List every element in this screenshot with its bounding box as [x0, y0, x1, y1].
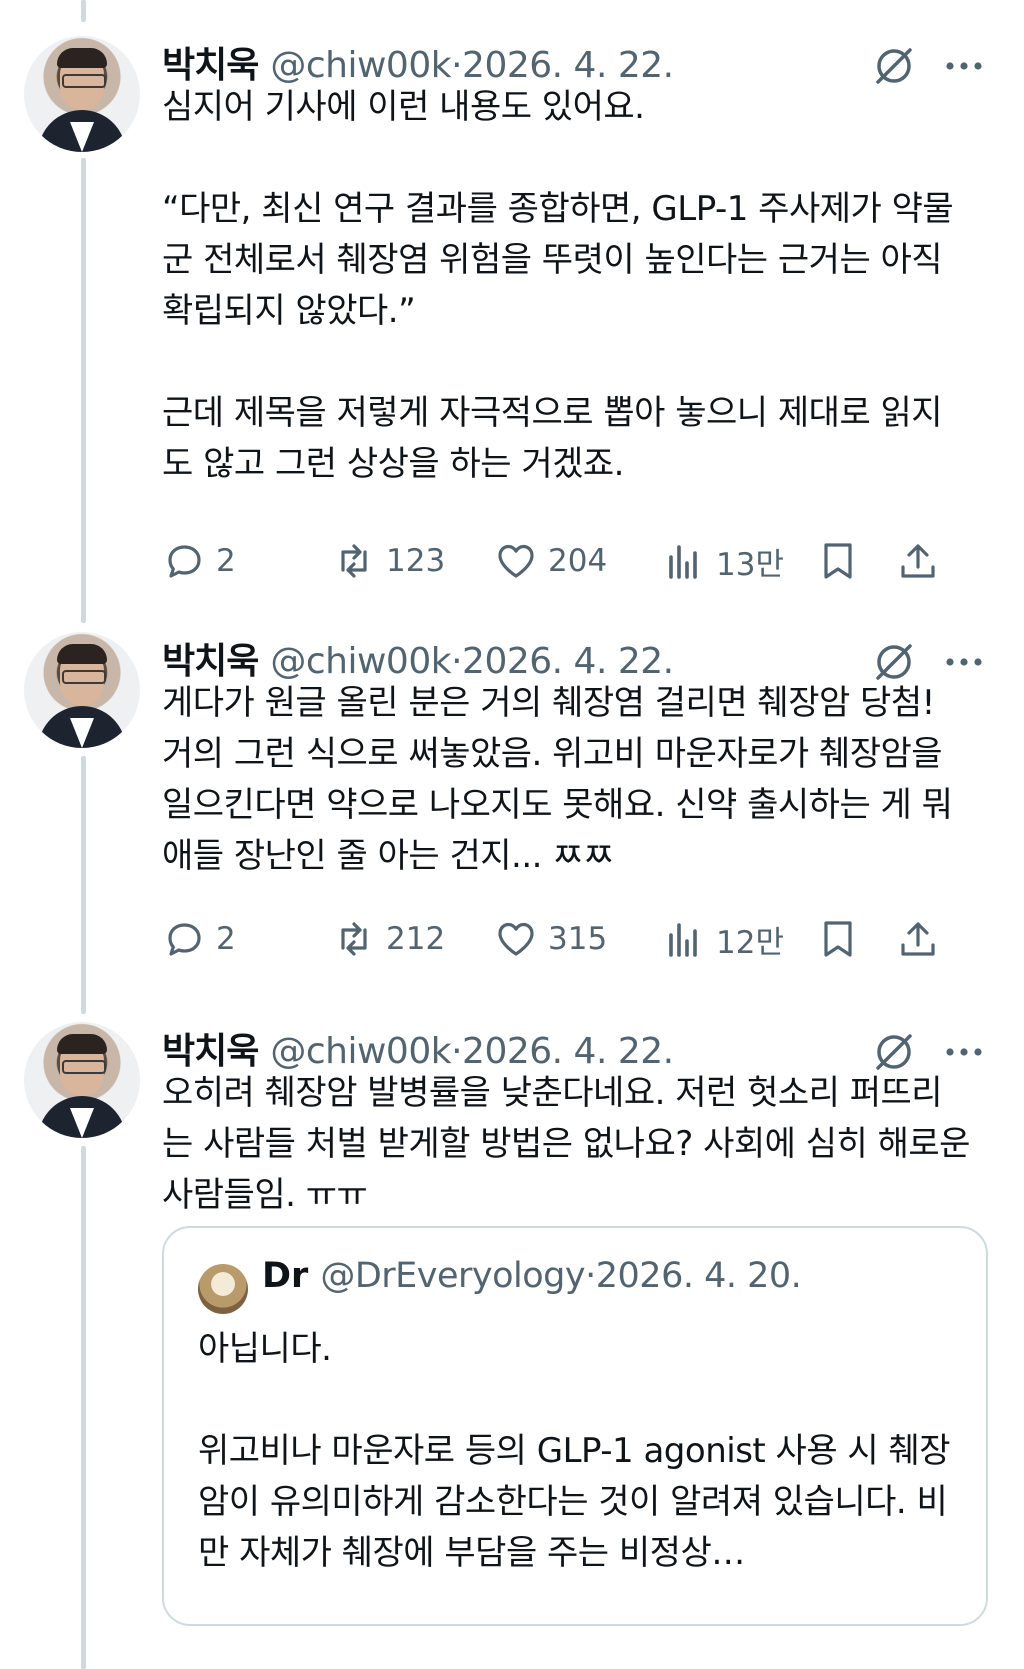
- thread-line-3: [81, 1146, 86, 1669]
- like-count: 204: [548, 543, 608, 579]
- share-button[interactable]: [896, 536, 950, 586]
- tweet-actions: 2 123 204 13만: [162, 536, 992, 586]
- quote-text: 아닙니다. 위고비나 마운자로 등의 GLP-1 agonist 사용 시 췌장…: [198, 1329, 951, 1573]
- repost-count: 123: [386, 543, 446, 579]
- thread-line-1: [81, 158, 86, 623]
- tweet-text: 오히려 췌장암 발병률을 낮춘다네요. 저런 헛소리 퍼뜨리는 사람들 처벌 받…: [162, 1073, 981, 1215]
- repost-button[interactable]: 212: [332, 914, 445, 964]
- quote-header: Dr @DrEveryology · 2026. 4. 20.: [262, 1256, 802, 1296]
- reply-icon: [168, 923, 201, 956]
- quote-author-name[interactable]: Dr: [262, 1256, 308, 1296]
- author-name[interactable]: 박치욱: [162, 632, 259, 684]
- more-icon[interactable]: [944, 60, 984, 72]
- repost-button[interactable]: 123: [332, 536, 445, 586]
- tweet-date[interactable]: 2026. 4. 22.: [462, 45, 674, 86]
- bookmark-button[interactable]: [816, 914, 870, 964]
- author-handle[interactable]: @chiw00k: [270, 1031, 451, 1072]
- bookmark-button[interactable]: [816, 536, 870, 586]
- tweet-actions: 2 212 315 12만: [162, 914, 992, 964]
- tweet-text: 게다가 원글 올린 분은 거의 췌장염 걸리면 췌장암 당첨! 거의 그런 식으…: [162, 683, 963, 876]
- thread-line-top: [81, 0, 86, 22]
- repost-icon: [341, 922, 367, 956]
- heart-icon: [498, 544, 534, 578]
- avatar[interactable]: [24, 1022, 140, 1138]
- views-icon: [669, 923, 697, 957]
- separator-dot: ·: [451, 1031, 463, 1072]
- reply-button[interactable]: 2: [162, 536, 236, 586]
- bookmark-icon: [824, 543, 852, 579]
- share-icon: [901, 922, 935, 956]
- like-count: 315: [548, 921, 608, 957]
- tweet-text: 심지어 기사에 이런 내용도 있어요. “다만, 최신 연구 결과를 종합하면,…: [162, 87, 954, 484]
- quote-avatar[interactable]: [198, 1264, 248, 1314]
- avatar[interactable]: [24, 632, 140, 748]
- tweet-header: 박치욱 @chiw00k · 2026. 4. 22.: [162, 36, 674, 88]
- tweet-header: 박치욱 @chiw00k · 2026. 4. 22.: [162, 1022, 674, 1074]
- repost-count: 212: [386, 921, 446, 957]
- author-handle[interactable]: @chiw00k: [270, 45, 451, 86]
- like-button[interactable]: 315: [494, 914, 607, 964]
- share-icon: [901, 544, 935, 578]
- reply-icon: [168, 545, 201, 578]
- bookmark-icon: [824, 921, 852, 957]
- views-count: 12만: [716, 924, 784, 961]
- separator-dot: ·: [451, 641, 463, 682]
- views-count: 13만: [716, 546, 784, 583]
- repost-icon: [341, 544, 367, 578]
- reply-count: 2: [216, 921, 236, 957]
- views-icon: [669, 545, 697, 579]
- more-icon[interactable]: [944, 656, 984, 668]
- heart-icon: [498, 922, 534, 956]
- author-handle[interactable]: @chiw00k: [270, 641, 451, 682]
- views-button[interactable]: 12만: [662, 914, 784, 964]
- views-button[interactable]: 13만: [662, 536, 784, 586]
- like-button[interactable]: 204: [494, 536, 607, 586]
- reply-count: 2: [216, 543, 236, 579]
- more-icon[interactable]: [944, 1046, 984, 1058]
- separator-dot: ·: [451, 45, 463, 86]
- quote-date: 2026. 4. 20.: [595, 1256, 802, 1296]
- author-name[interactable]: 박치욱: [162, 36, 259, 88]
- quoted-tweet[interactable]: Dr @DrEveryology · 2026. 4. 20. 아닙니다. 위고…: [162, 1226, 988, 1626]
- quote-author-handle[interactable]: @DrEveryology: [320, 1256, 585, 1296]
- separator-dot: ·: [585, 1256, 596, 1296]
- thread-line-2: [81, 756, 86, 1014]
- tweet-date[interactable]: 2026. 4. 22.: [462, 641, 674, 682]
- tweet-header: 박치욱 @chiw00k · 2026. 4. 22.: [162, 632, 674, 684]
- author-name[interactable]: 박치욱: [162, 1022, 259, 1074]
- avatar[interactable]: [24, 36, 140, 152]
- tweet-date[interactable]: 2026. 4. 22.: [462, 1031, 674, 1072]
- reply-button[interactable]: 2: [162, 914, 236, 964]
- share-button[interactable]: [896, 914, 950, 964]
